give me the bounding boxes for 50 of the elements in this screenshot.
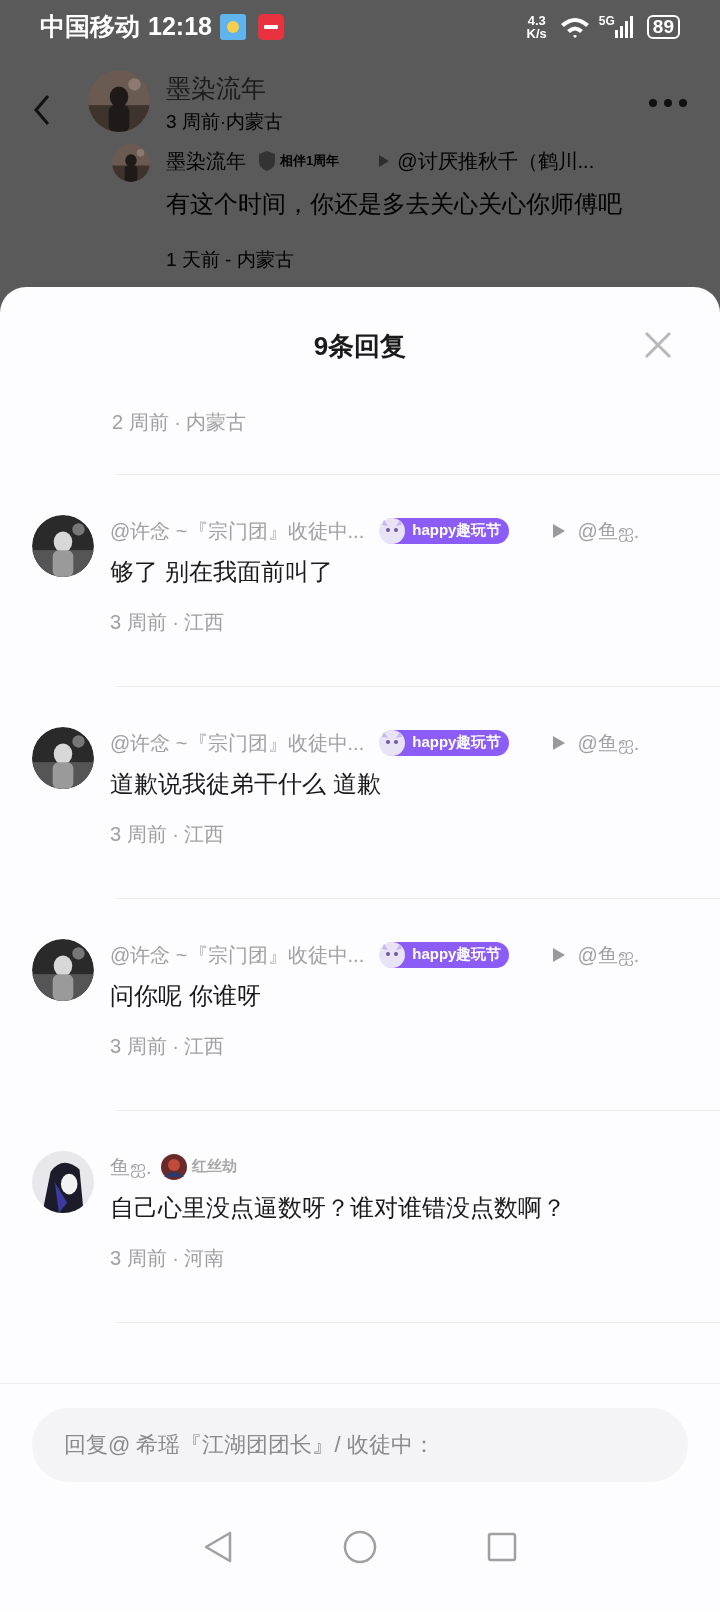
weather-icon [219,14,246,40]
comment-author[interactable]: @许念 ~『宗门团』收徒中... [110,939,365,970]
play-icon [553,947,566,962]
shield-icon [258,151,276,171]
event-badge: happy趣玩节 [380,941,510,968]
play-icon [553,735,566,750]
title-label: 红丝劫 [191,1156,237,1177]
reply-text: 有这个时间，你还是多去关心关心你师傅吧 [166,189,623,219]
app-icon [257,14,284,40]
comment-meta: 2 周前 · 内蒙古 [112,410,247,433]
reply-target[interactable]: @鱼ஐ. [577,939,640,970]
comment-meta: 3 周前 · 江西 [110,1033,226,1059]
more-icon[interactable] [648,98,688,108]
comment-text: 问你呢 你谁呀 [110,980,262,1011]
comment-author[interactable]: 鱼ஐ. [110,1151,152,1182]
comment-author[interactable]: @许念 ~『宗门团』收徒中... [110,515,365,546]
post-meta: 3 周前·内蒙古 [166,109,285,134]
play-icon [553,523,566,538]
comment-text: 道歉说我徒弟干什么 道歉 [110,768,382,799]
sheet-title: 9条回复 [313,330,407,363]
comment-meta: 3 周前 · 江西 [110,609,226,635]
reply-target[interactable]: @鱼ஐ. [577,727,640,758]
reply-meta: 1 天前 - 内蒙古 [166,248,295,272]
comment-author[interactable]: @许念 ~『宗门团』收徒中... [110,727,365,758]
battery-indicator: 89 [646,15,680,39]
back-icon[interactable] [32,94,52,126]
event-badge: happy趣玩节 [380,729,510,756]
comment-meta: 3 周前 · 江西 [110,821,226,847]
anniversary-label: 相伴1周年 [280,152,340,171]
play-icon [379,155,390,167]
reply-input[interactable]: 回复@ 希瑶『江湖团团长』/ 收徒中： [32,1408,688,1482]
reply-author: 墨染流年 [166,149,246,174]
comment-text: 够了 别在我面前叫了 [110,556,334,587]
comment-meta: 3 周前 · 河南 [110,1245,226,1271]
signal-icon [614,16,635,38]
recents-nav-icon[interactable] [487,1532,517,1562]
event-badge: happy趣玩节 [380,517,510,544]
badge-icon [159,1152,188,1181]
comment-text: 自己心里没点逼数呀？谁对谁错没点数啊？ [110,1192,567,1223]
network-speed: 4.3 [527,14,546,27]
post-author: 墨染流年 [166,73,267,104]
reply-target: @讨厌推秋千（鹤川... [397,149,595,174]
network-speed-unit: K/s [526,27,547,40]
close-icon[interactable] [644,330,672,359]
reply-target[interactable]: @鱼ஐ. [577,515,640,546]
clock: 12:18 [148,11,212,43]
network-type: 5G [598,13,615,30]
home-nav-icon[interactable] [343,1530,377,1564]
carrier-label: 中国移动 [40,11,140,43]
back-nav-icon[interactable] [203,1530,233,1564]
